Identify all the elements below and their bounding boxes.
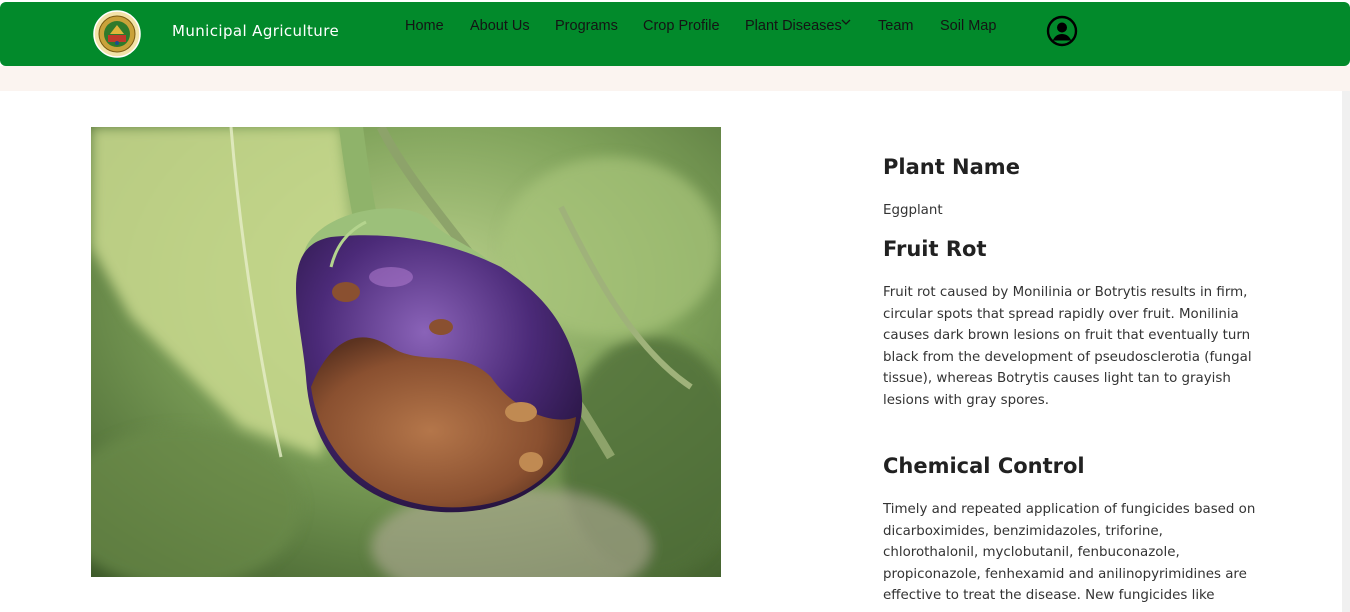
nav-crop-profile[interactable]: Crop Profile [643,18,720,34]
nav-soil-map[interactable]: Soil Map [940,18,996,34]
brand-name[interactable]: Municipal Agriculture [172,22,339,40]
header-shadow-strip [0,66,1350,91]
disease-title: Fruit Rot [883,237,987,261]
navbar: Municipal Agriculture Home About Us Prog… [0,2,1350,66]
eggplant-fruit-rot-image [91,127,721,577]
user-circle-icon[interactable] [1046,15,1078,47]
nav-about-us[interactable]: About Us [470,18,530,34]
nav-home[interactable]: Home [405,18,444,34]
disease-description: Fruit rot caused by Monilinia or Botryti… [883,285,1252,408]
chemical-control-heading: Chemical Control [883,454,1085,478]
disease-photo [91,127,721,577]
nav-plant-diseases[interactable]: Plant Diseases [745,18,842,34]
chevron-down-icon[interactable] [840,17,852,27]
chemical-control-text: Timely and repeated application of fungi… [883,502,1256,604]
nav-programs[interactable]: Programs [555,18,618,34]
scrollbar-track[interactable] [1342,91,1350,612]
plant-name-value: Eggplant [883,203,943,218]
nav-team[interactable]: Team [878,18,913,34]
plant-name-heading: Plant Name [883,155,1020,179]
municipal-seal-logo[interactable] [93,10,141,58]
